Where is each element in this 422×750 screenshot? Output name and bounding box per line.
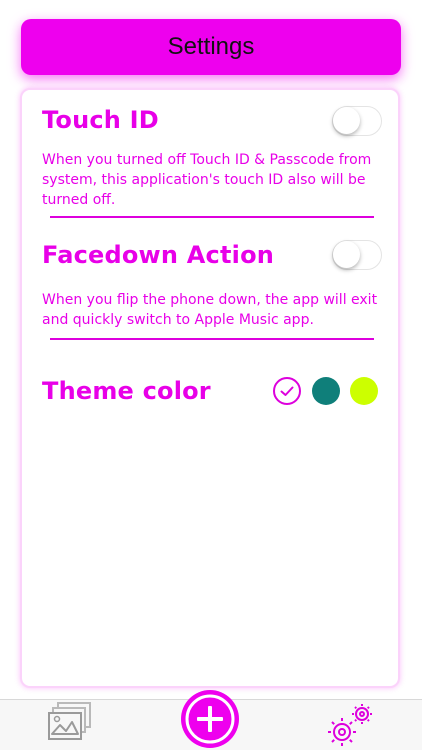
gallery-icon[interactable] [48,700,94,744]
touch-id-title: Touch ID [42,106,159,134]
toggle-knob [333,107,360,134]
page-title: Settings [167,33,255,60]
facedown-title: Facedown Action [42,241,275,269]
touch-id-description: When you turned off Touch ID & Passcode … [42,152,372,208]
divider [50,338,374,340]
theme-swatch-lime[interactable] [350,377,378,405]
touch-id-toggle[interactable] [332,106,382,136]
gears-icon[interactable] [326,702,376,748]
theme-swatch-teal[interactable] [312,377,340,405]
settings-card: Touch ID When you turned off Touch ID & … [20,88,400,688]
facedown-description: When you flip the phone down, the app wi… [42,292,378,328]
add-icon[interactable] [180,689,240,749]
header-bar: Settings [21,19,401,75]
theme-swatch-magenta[interactable] [273,377,301,405]
checkmark-icon [280,386,294,396]
theme-color-title: Theme color [42,377,211,405]
toggle-knob [333,241,360,268]
facedown-toggle[interactable] [332,240,382,270]
tab-bar [0,690,422,750]
divider [50,216,374,218]
